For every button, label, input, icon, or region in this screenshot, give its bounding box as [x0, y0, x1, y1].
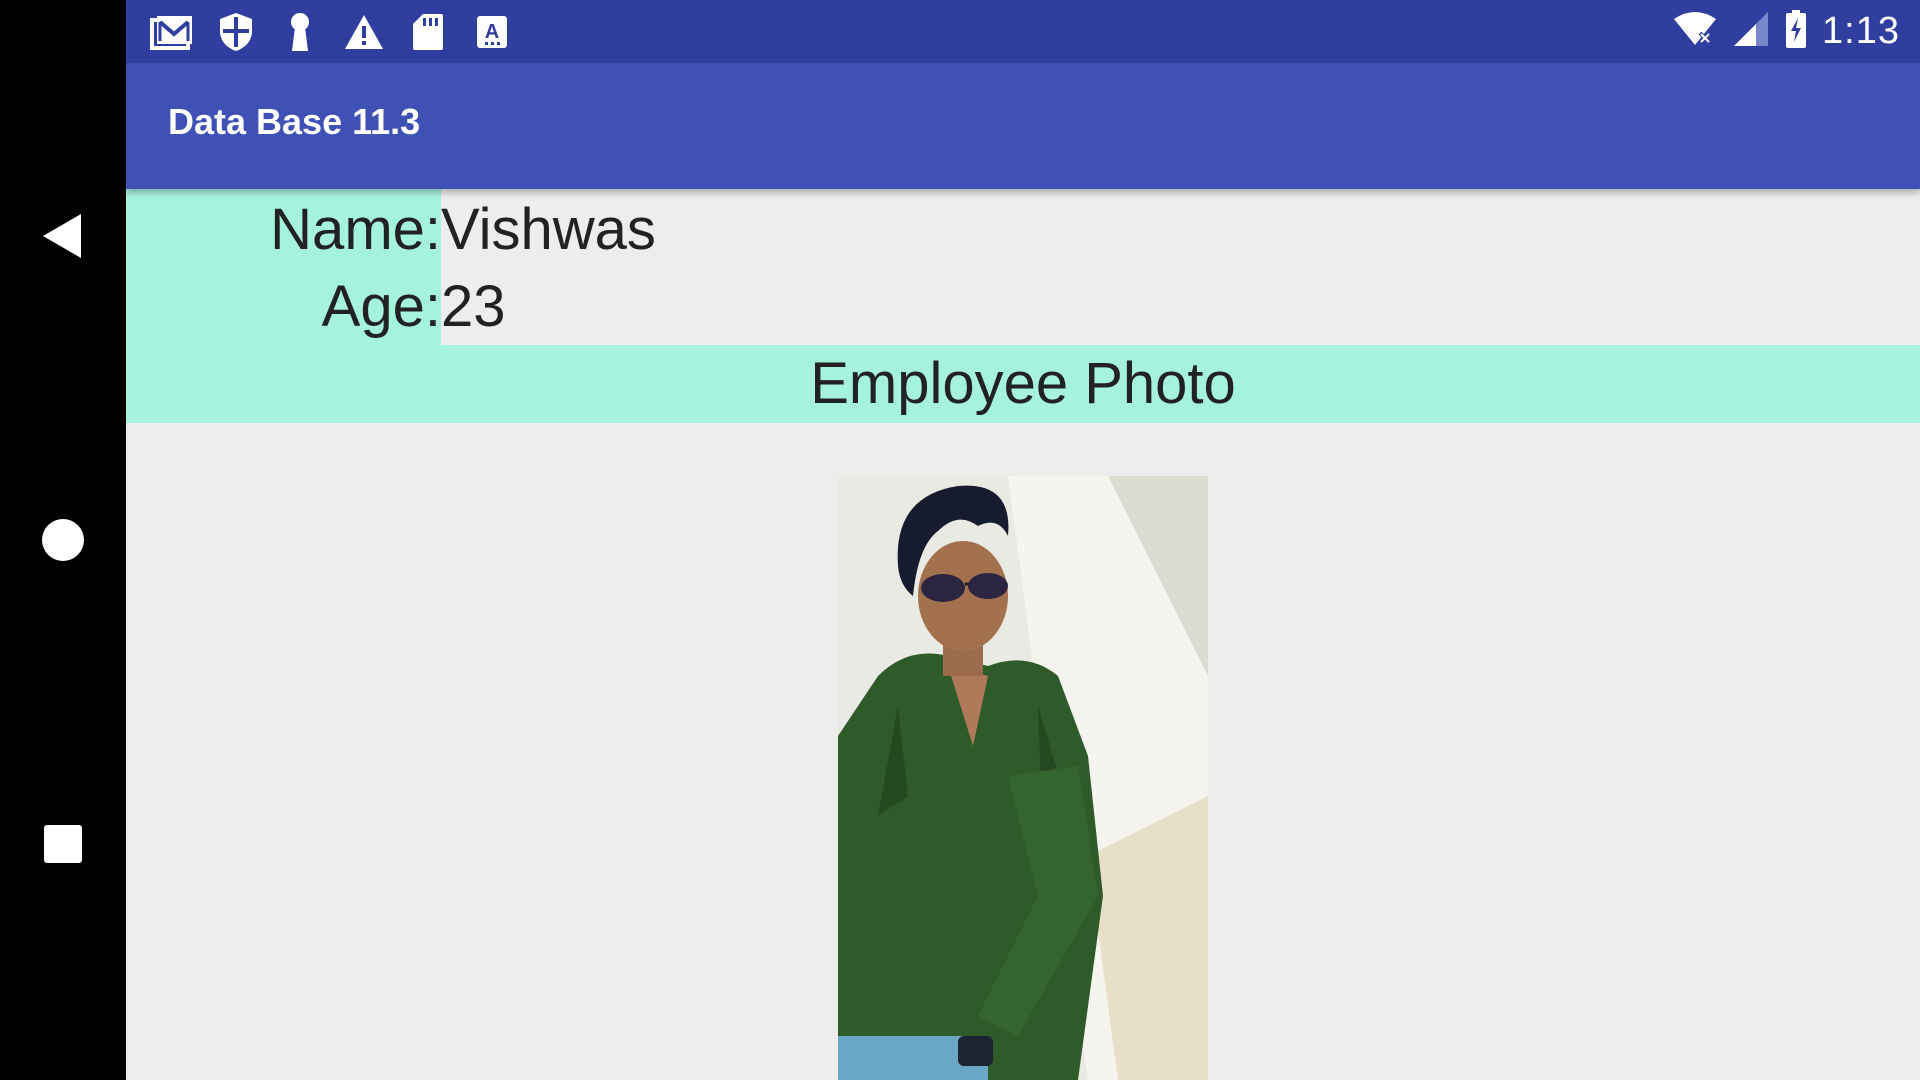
employee-photo: [838, 476, 1208, 1080]
font-a-icon: A: [470, 11, 514, 53]
system-status: 1:13: [1672, 8, 1900, 54]
svg-text:A: A: [485, 21, 499, 43]
employee-photo-header: Employee Photo: [126, 345, 1920, 423]
home-circle-icon: [42, 519, 84, 561]
recent-square-icon: [44, 825, 82, 863]
signal-icon: [1732, 10, 1770, 52]
age-row: Age: 23: [126, 273, 1920, 351]
app-screen: A 1:13 Data Base 11.3 Name: Vishwas Age:…: [126, 0, 1920, 1080]
app-title: Data Base 11.3: [168, 101, 421, 142]
name-label: Name:: [270, 197, 441, 262]
battery-charging-icon: [1784, 9, 1808, 53]
age-value: 23: [441, 274, 506, 339]
status-clock: 1:13: [1822, 9, 1900, 52]
navigation-bar: [0, 0, 126, 1080]
age-label: Age:: [321, 274, 441, 339]
gmail-icon: [150, 11, 194, 53]
back-triangle-icon: [43, 214, 81, 258]
name-value: Vishwas: [441, 197, 656, 262]
sd-card-icon: [406, 11, 450, 53]
shield-icon: [214, 11, 258, 53]
notification-icons: A: [150, 10, 514, 53]
name-row: Name: Vishwas: [126, 196, 1920, 274]
home-button[interactable]: [28, 505, 98, 575]
back-button[interactable]: [28, 201, 98, 271]
status-bar: A 1:13: [126, 0, 1920, 63]
app-bar: Data Base 11.3: [126, 63, 1920, 189]
wifi-icon: [1672, 11, 1718, 51]
keyhole-icon: [278, 11, 322, 53]
warning-icon: [342, 11, 386, 53]
recent-apps-button[interactable]: [28, 809, 98, 879]
